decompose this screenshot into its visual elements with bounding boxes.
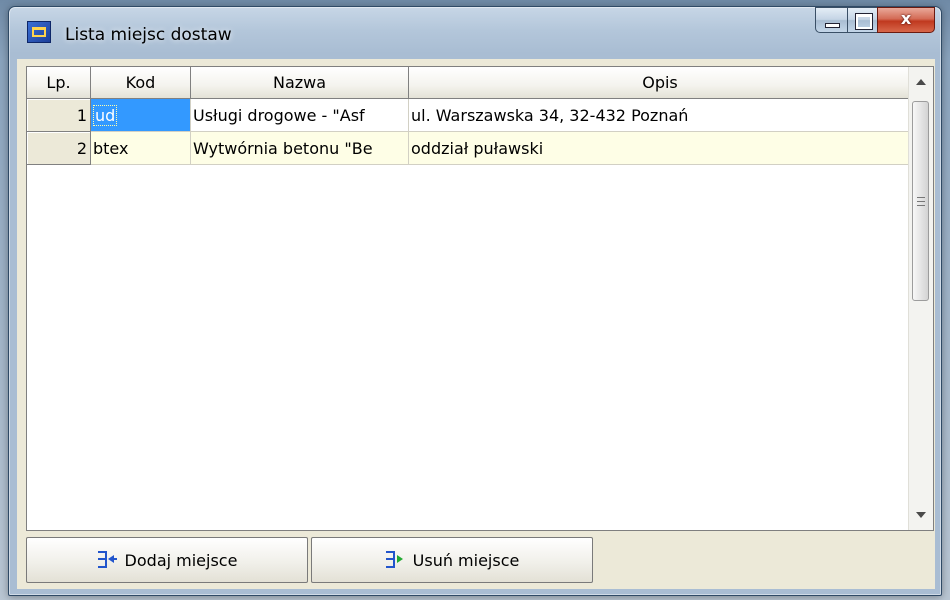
places-grid[interactable]: Lp. Kod Nazwa Opis 1 ud Usługi drogowe -… [26, 66, 934, 531]
button-bar: Dodaj miejsce Usuń miejsce [26, 537, 596, 583]
cell-kod[interactable]: ud [91, 99, 191, 132]
grip-icon [916, 196, 925, 206]
arrow-down-icon [915, 512, 926, 518]
column-header-opis[interactable]: Opis [409, 67, 912, 99]
window-client-area: Lp. Kod Nazwa Opis 1 ud Usługi drogowe -… [17, 59, 935, 589]
cell-nazwa[interactable]: Usługi drogowe - "Asf [191, 99, 409, 132]
column-header-nazwa[interactable]: Nazwa [191, 67, 409, 99]
minimize-icon [825, 23, 840, 28]
add-place-icon [97, 550, 117, 570]
window: Lista miejsc dostaw x Lp. Kod Nazwa Opis… [8, 6, 942, 596]
remove-place-icon [385, 550, 405, 570]
window-controls: x [815, 7, 935, 33]
close-button[interactable]: x [877, 7, 935, 33]
add-place-button[interactable]: Dodaj miejsce [26, 537, 308, 583]
app-icon[interactable] [27, 21, 51, 43]
remove-place-label: Usuń miejsce [412, 550, 520, 570]
remove-place-button[interactable]: Usuń miejsce [311, 537, 593, 583]
cell-opis[interactable]: oddział puławski [409, 132, 912, 165]
title-bar[interactable]: Lista miejsc dostaw x [9, 7, 941, 59]
scroll-up-button[interactable] [909, 67, 932, 97]
column-header-lp[interactable]: Lp. [27, 67, 91, 99]
close-icon: x [900, 9, 912, 28]
window-title: Lista miejsc dostaw [65, 25, 232, 45]
add-place-label: Dodaj miejsce [124, 550, 238, 570]
cell-kod[interactable]: btex [91, 132, 191, 165]
cell-nazwa[interactable]: Wytwórnia betonu "Be [191, 132, 409, 165]
cell-opis[interactable]: ul. Warszawska 34, 32-432 Poznań [409, 99, 912, 132]
row-number[interactable]: 1 [27, 99, 91, 132]
table-row[interactable]: 1 ud Usługi drogowe - "Asf ul. Warszawsk… [27, 99, 912, 132]
scroll-down-button[interactable] [909, 500, 932, 530]
maximize-button[interactable] [847, 7, 877, 33]
vertical-scrollbar[interactable] [908, 67, 933, 530]
grid-header: Lp. Kod Nazwa Opis [27, 67, 912, 99]
maximize-icon [856, 14, 872, 29]
minimize-button[interactable] [815, 7, 847, 33]
table-row[interactable]: 2 btex Wytwórnia betonu "Be oddział puła… [27, 132, 912, 165]
cell-kod-value: ud [93, 104, 118, 126]
arrow-up-icon [915, 79, 926, 85]
row-number[interactable]: 2 [27, 132, 91, 165]
column-header-kod[interactable]: Kod [91, 67, 191, 99]
scroll-thumb[interactable] [912, 101, 929, 301]
